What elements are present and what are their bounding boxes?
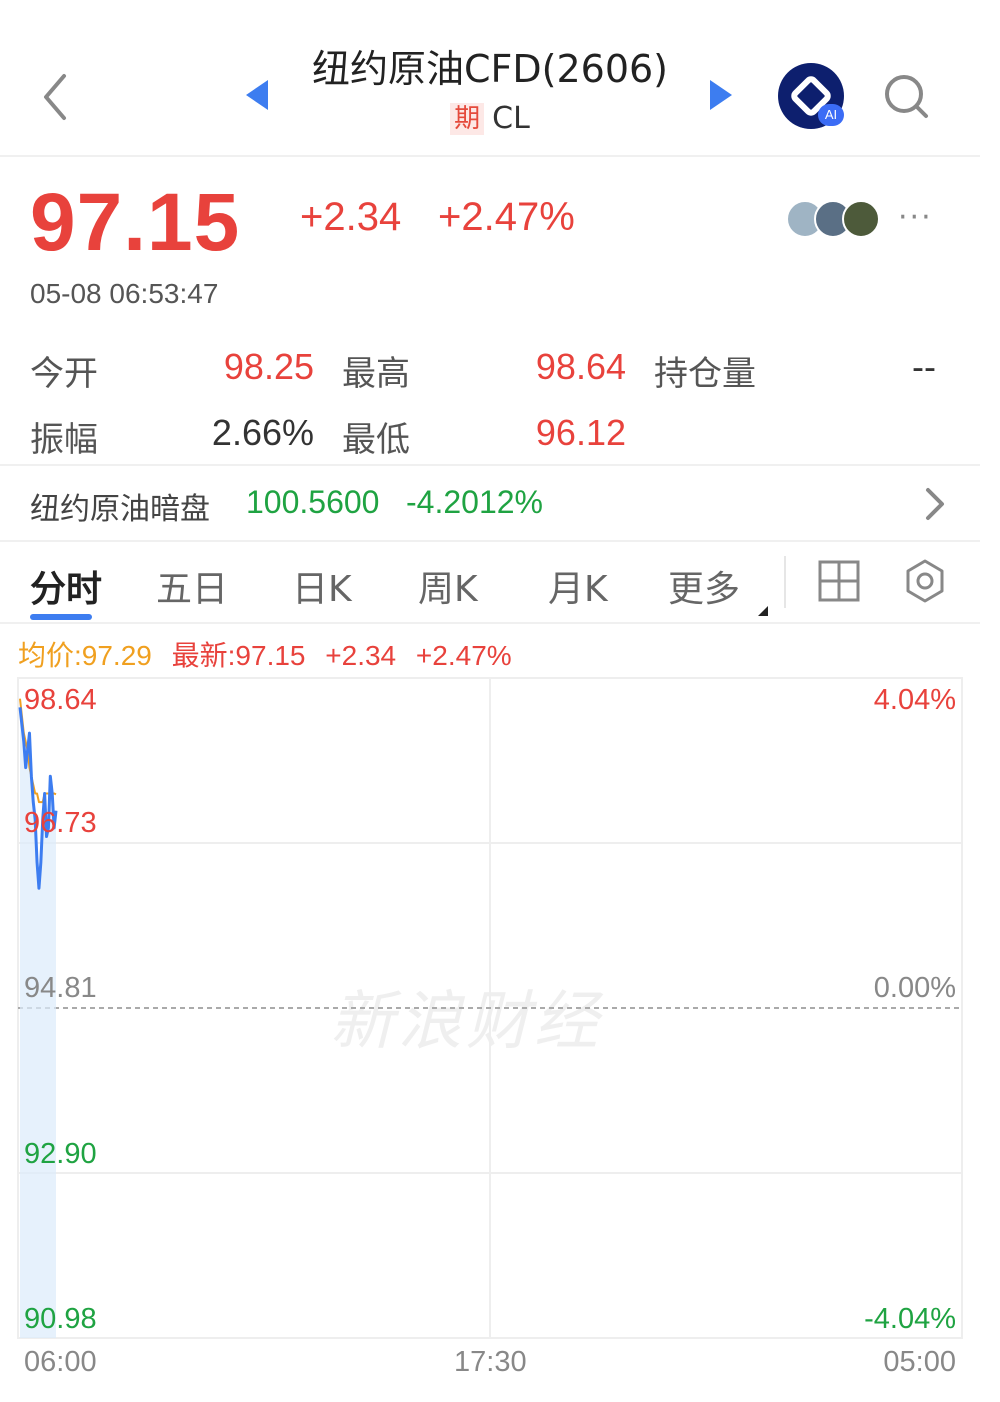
- active-tab-indicator: [30, 614, 92, 620]
- search-button[interactable]: [882, 72, 932, 122]
- low-value: 96.12: [535, 412, 626, 453]
- search-icon: [885, 75, 928, 118]
- header-divider: [0, 155, 980, 157]
- dropdown-corner-icon: [758, 606, 768, 616]
- price-change: +2.34: [300, 195, 402, 239]
- tabs-divider: [0, 622, 980, 624]
- darkpool-divider: [0, 540, 980, 542]
- y-tick-label: 96.73: [24, 807, 97, 839]
- x-tick-label: 17:30: [454, 1346, 527, 1378]
- chart-canvas: [17, 677, 963, 1339]
- tab-daily-k[interactable]: 日K: [292, 560, 352, 612]
- amplitude-value: 2.66%: [211, 412, 314, 453]
- discussion-avatars[interactable]: [786, 200, 886, 240]
- y-right-tick-label: 0.00%: [873, 972, 956, 1004]
- legend-change: +2.34: [325, 640, 397, 671]
- open-label: 今开: [30, 354, 98, 394]
- open-value: 98.25: [223, 346, 314, 387]
- back-button[interactable]: [36, 72, 76, 122]
- layout-grid-button[interactable]: [818, 560, 860, 602]
- low-label: 最低: [342, 420, 410, 460]
- futures-tag: 期: [450, 102, 485, 135]
- y-right-tick-label: 4.04%: [873, 684, 956, 716]
- y-tick-label: 92.90: [24, 1138, 97, 1170]
- amplitude-label: 振幅: [30, 420, 98, 460]
- page-title: 纽约原油CFD(2606): [311, 47, 668, 91]
- legend-avg-price: 均价:97.29: [18, 640, 152, 671]
- tab-five-day[interactable]: 五日: [156, 560, 228, 612]
- gear-icon: [906, 559, 944, 603]
- open-interest-value: --: [912, 346, 936, 387]
- legend-change-percent: +2.47%: [415, 640, 512, 671]
- header-bar: 纽约原油CFD(2606) 期 CL AI: [0, 0, 1000, 156]
- grid-icon: [818, 560, 860, 602]
- open-interest-label: 持仓量: [654, 354, 756, 394]
- price-change-percent: +2.47%: [438, 195, 575, 239]
- title-block: 纽约原油CFD(2606) 期 CL: [290, 38, 690, 136]
- next-triangle-icon[interactable]: [710, 80, 732, 110]
- chart-legend: 均价:97.29 最新:97.15 +2.34 +2.47%: [18, 634, 524, 674]
- dark-pool-price: 100.5600: [246, 484, 380, 520]
- high-value: 98.64: [535, 346, 626, 387]
- prev-triangle-icon[interactable]: [246, 80, 268, 110]
- x-tick-label: 05:00: [883, 1346, 956, 1378]
- y-tick-label: 94.81: [24, 972, 97, 1004]
- stats-divider: [0, 464, 980, 466]
- ai-badge: AI: [818, 104, 844, 126]
- tab-separator: [784, 556, 786, 608]
- chart-settings-button[interactable]: [902, 558, 948, 604]
- subtitle: 期 CL: [290, 101, 690, 136]
- legend-latest-price: 最新:97.15: [171, 640, 306, 671]
- last-price: 97.15: [30, 177, 241, 268]
- tab-weekly-k[interactable]: 周K: [418, 560, 478, 612]
- back-arrow-icon: [44, 74, 66, 120]
- x-tick-label: 06:00: [24, 1346, 97, 1378]
- tab-more[interactable]: 更多: [668, 560, 740, 612]
- y-tick-label: 98.64: [24, 684, 97, 716]
- more-options-button[interactable]: ···: [898, 200, 933, 235]
- avatar: [842, 200, 880, 238]
- dark-pool-percent: -4.2012%: [406, 484, 543, 520]
- chevron-right-icon: [918, 484, 950, 524]
- y-right-tick-label: -4.04%: [864, 1303, 956, 1335]
- symbol-code: CL: [492, 101, 530, 136]
- tab-monthly-k[interactable]: 月K: [548, 560, 608, 612]
- high-label: 最高: [342, 354, 410, 394]
- y-tick-label: 90.98: [24, 1303, 97, 1335]
- quote-timestamp: 05-08 06:53:47: [30, 278, 219, 309]
- tab-intraday[interactable]: 分时: [30, 560, 102, 612]
- dark-pool-label: 纽约原油暗盘: [30, 492, 210, 527]
- intraday-chart[interactable]: 新浪财经 98.64 96.73 94.81 92.90 90.98 4.04%…: [0, 670, 1000, 1390]
